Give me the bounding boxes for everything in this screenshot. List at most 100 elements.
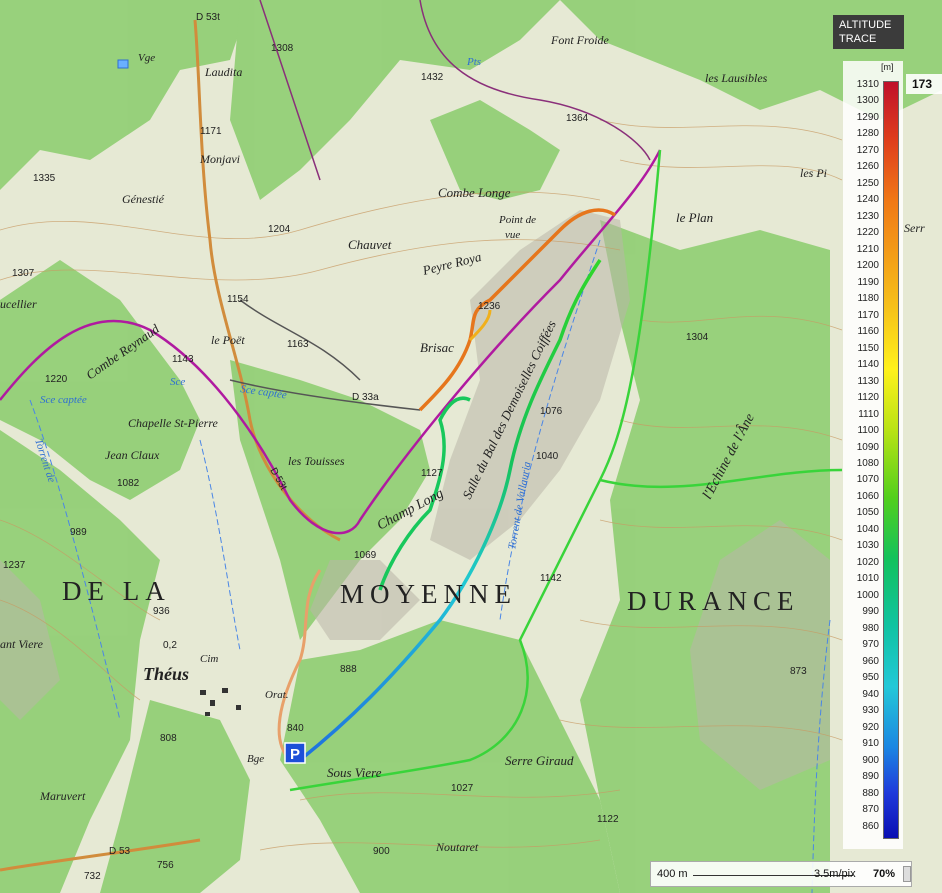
label-ant-viere: ant Viere: [0, 637, 44, 651]
label-les-lausibles: les Lausibles: [705, 71, 768, 85]
label-pts: Pts: [466, 56, 481, 68]
label-1143: 1143: [172, 354, 194, 365]
legend-tick: 1180: [857, 293, 879, 305]
label-756: 756: [157, 860, 174, 871]
label-theus: Théus: [143, 664, 189, 684]
legend-tick: 1250: [856, 177, 879, 189]
legend-tick: 1050: [856, 507, 879, 519]
legend-tick: 1170: [857, 309, 879, 321]
scale-bar: 400 m 3.5m/pix 70%: [650, 861, 912, 887]
label-monjavi: Monjavi: [199, 152, 240, 166]
label-chapelle-st-pierre: Chapelle St-Pierre: [128, 416, 219, 430]
legend-tick: 1270: [856, 144, 879, 156]
legend-tick: 1210: [856, 243, 879, 255]
legend-tick: 1090: [856, 441, 879, 453]
zoom-level[interactable]: 70%: [873, 868, 895, 880]
label-d53: D 53: [109, 846, 131, 857]
legend-tick: 1080: [856, 458, 879, 469]
legend-unit: [m]: [881, 62, 894, 72]
label-1432: 1432: [421, 72, 444, 83]
label-vue: vue: [505, 229, 520, 241]
label-cim: Cim: [200, 653, 218, 665]
legend-tick: 1150: [857, 342, 879, 354]
legend-tick: 960: [862, 655, 879, 667]
label-chauvet: Chauvet: [348, 237, 392, 252]
label-1220: 1220: [45, 374, 68, 385]
legend-tick: 1160: [857, 326, 879, 338]
scale-resolution: 3.5m/pix: [814, 868, 856, 880]
svg-text:P: P: [290, 746, 300, 763]
legend-tick: 1240: [856, 194, 879, 206]
label-sous-viere: Sous Viere: [327, 765, 382, 780]
label-936: 936: [153, 606, 170, 617]
label-1142: 1142: [540, 573, 562, 584]
legend-title-line2: TRACE: [839, 33, 877, 45]
legend-tick: 1060: [856, 490, 879, 502]
legend-tick: 1100: [857, 425, 879, 437]
topographic-map[interactable]: P Vge Laudita D 53t 1308 Font Froide 143…: [0, 0, 942, 893]
legend-tick: 980: [862, 622, 879, 634]
legend-tick: 1190: [857, 276, 879, 288]
legend-tick: 920: [862, 721, 879, 733]
label-ucellier: ucellier: [0, 297, 37, 311]
label-1069: 1069: [354, 550, 377, 561]
legend-tick: 940: [862, 688, 879, 700]
legend-tick: 870: [862, 804, 879, 816]
label-moyenne: MOYENNE: [340, 579, 517, 609]
legend-tick: 970: [862, 639, 879, 651]
legend-tick: 1130: [857, 375, 879, 387]
label-1082: 1082: [117, 478, 140, 489]
legend-tick: 1200: [856, 260, 879, 272]
label-sce: Sce: [170, 376, 185, 388]
label-1308: 1308: [271, 43, 294, 54]
label-les-pi: les Pi: [800, 166, 827, 180]
zoom-slider-icon[interactable]: [903, 866, 911, 882]
label-1307: 1307: [12, 268, 35, 279]
label-1122: 1122: [597, 814, 619, 825]
legend-tick: 1070: [856, 474, 879, 486]
corner-value: 173: [906, 74, 942, 94]
label-le-plan: le Plan: [676, 210, 713, 225]
legend-tick: 1230: [856, 210, 879, 222]
label-d53t: D 53t: [196, 12, 220, 23]
legend-tick: 930: [862, 705, 879, 717]
legend-tick: 1300: [856, 95, 879, 107]
label-jean-claux: Jean Claux: [105, 448, 160, 462]
legend-tick: 880: [862, 787, 879, 799]
label-point-de: Point de: [498, 214, 536, 226]
label-1163: 1163: [287, 339, 309, 350]
legend-tick: 1140: [857, 359, 879, 371]
legend-tick: 950: [862, 672, 879, 684]
label-1171: 1171: [200, 126, 222, 137]
label-1335: 1335: [33, 173, 56, 184]
label-888: 888: [340, 664, 357, 675]
label-1154: 1154: [227, 294, 249, 305]
legend-tick: 1000: [856, 589, 879, 601]
legend-tick: 1310: [856, 79, 879, 90]
label-1204: 1204: [268, 224, 291, 235]
label-genestie: Génestié: [122, 192, 165, 206]
legend-tick: 1010: [856, 573, 879, 585]
scale-distance: 400 m: [657, 868, 688, 880]
label-732: 732: [84, 871, 101, 882]
label-orat: Orat.: [265, 689, 289, 701]
water-tank-icon: [117, 59, 129, 69]
legend-tick: 860: [862, 820, 879, 832]
legend-tick: 1020: [856, 556, 879, 568]
label-1076: 1076: [540, 406, 563, 417]
label-vge: Vge: [138, 52, 155, 64]
label-840: 840: [287, 723, 304, 734]
legend-tick: 910: [862, 738, 879, 750]
label-maruvert: Maruvert: [39, 789, 86, 803]
label-1127: 1127: [421, 468, 443, 479]
label-0-2: 0,2: [163, 640, 177, 651]
parking-icon[interactable]: P: [284, 742, 306, 764]
label-900: 900: [373, 846, 390, 857]
legend-tick: 900: [862, 754, 879, 766]
label-1027: 1027: [451, 783, 474, 794]
label-808: 808: [160, 733, 177, 744]
label-1236: 1236: [478, 301, 501, 312]
legend-body: [m] 1310 1300 1290 1280 1270 1260 1250 1240 1230…: [843, 61, 903, 849]
label-les-touisses: les Touisses: [288, 454, 345, 468]
label-durance: DURANCE: [627, 586, 800, 616]
